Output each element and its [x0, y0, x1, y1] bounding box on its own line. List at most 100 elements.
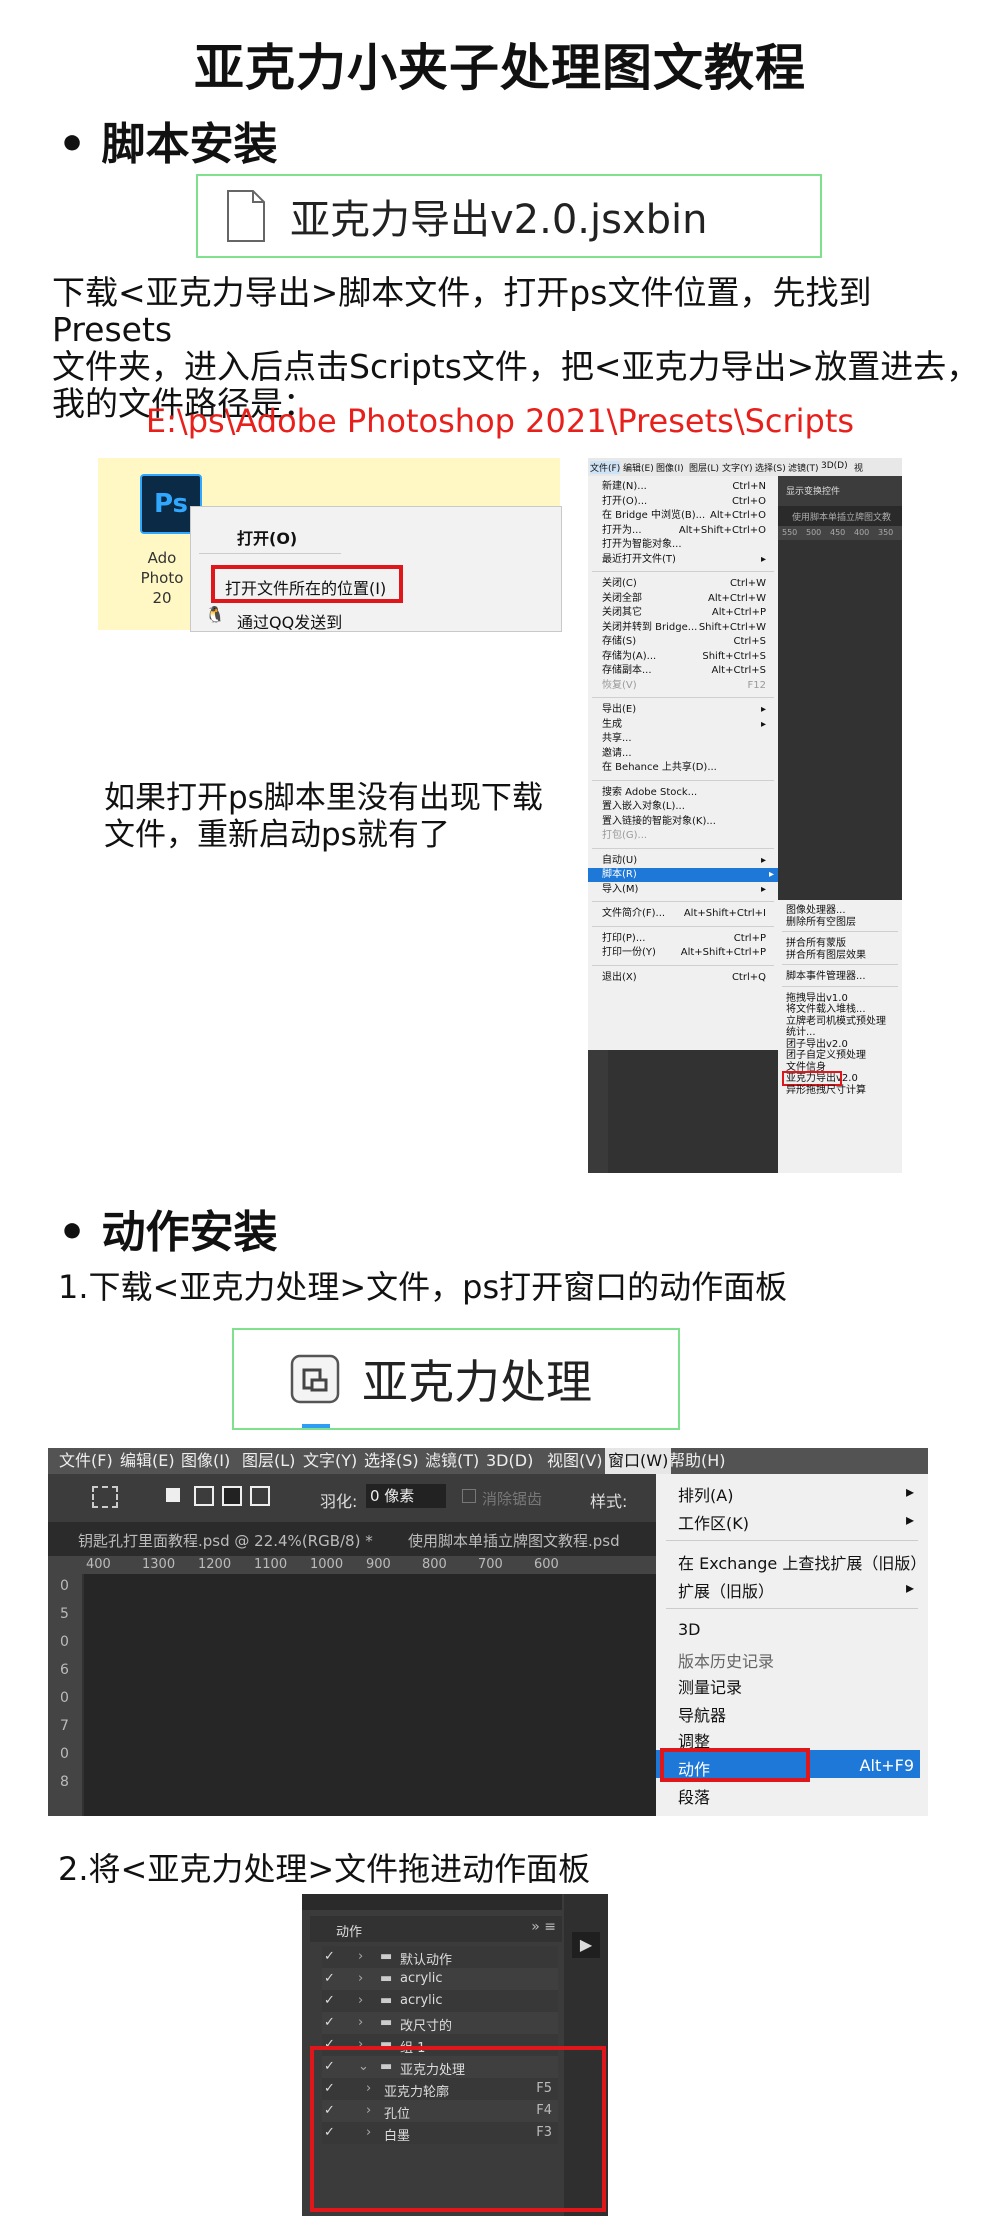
menubar-item[interactable]: 视 [854, 461, 863, 474]
menu-send-via-qq[interactable]: 通过QQ发送到 [237, 609, 342, 633]
menubar-item[interactable]: 图层(L) [689, 461, 719, 474]
menu-item[interactable]: 导出(E) ▸ [602, 703, 770, 717]
submenu-item[interactable]: 拼合所有图层效果 [786, 949, 894, 963]
menu-item[interactable]: 自动(U) ▸ [602, 854, 770, 868]
menu-item[interactable]: 关闭全部 Alt+Ctrl+W [602, 592, 770, 606]
action-file-item[interactable]: 亚克力处理 [232, 1328, 680, 1430]
ps-menubar: 文件(F) 编辑(E) 图像(I) 图层(L) 文字(Y) 选择(S) 滤镜(T) 3D(D)… [588, 458, 902, 476]
menu-item[interactable]: 版本历史记录 [678, 1648, 774, 1672]
menu-open-file-location[interactable]: 打开文件所在的位置(I) [225, 575, 386, 599]
menu-item[interactable]: 打开(O)... Ctrl+O [602, 495, 770, 509]
doc-tab-title[interactable]: 使用脚本单插立牌图文教 [792, 510, 891, 523]
check-icon[interactable]: ✓ [324, 1971, 335, 1986]
menu-item[interactable]: 置入链接的智能对象(K)... [602, 815, 770, 829]
menu-item[interactable]: 关闭(C) Ctrl+W [602, 577, 770, 591]
menubar-item[interactable]: 编辑(E) [117, 1448, 178, 1474]
check-icon[interactable]: ✓ [324, 2015, 335, 2030]
menubar-item[interactable]: 图像(I) [656, 461, 684, 474]
submenu-item[interactable]: 异形拖拽尺寸计算 [786, 1084, 894, 1098]
menu-item[interactable]: 导航器 [678, 1702, 726, 1726]
canvas-area[interactable] [84, 1574, 684, 1816]
menu-item[interactable]: 扩展（旧版） [678, 1578, 774, 1602]
menu-item[interactable]: 排列(A) [678, 1482, 733, 1506]
menubar-item[interactable]: 图像(I) [178, 1448, 233, 1474]
menu-item[interactable]: 文件简介(F)... Alt+Shift+Ctrl+I [602, 907, 770, 921]
doc-tab-1[interactable]: 钥匙孔打里面教程.psd @ 22.4%(RGB/8) * [78, 1530, 373, 1551]
menu-item[interactable]: 导入(M) ▸ [602, 883, 770, 897]
menu-item[interactable]: 脚本(R) ▸ [588, 868, 778, 882]
menu-item[interactable]: 最近打开文件(T) ▸ [602, 553, 770, 567]
menu-item[interactable]: 关闭其它 Alt+Ctrl+P [602, 606, 770, 620]
new-selection-icon[interactable] [166, 1488, 180, 1502]
menu-item-label: 导入(M) [602, 883, 639, 895]
doc-tab-2[interactable]: 使用脚本单插立牌图文教程.psd [408, 1530, 620, 1551]
menu-item[interactable]: 打包(G)... [602, 829, 770, 843]
menubar-item[interactable]: 窗口(W) [605, 1448, 672, 1474]
menu-item[interactable]: 生成 ▸ [602, 718, 770, 732]
play-icon[interactable]: ▶ [572, 1932, 600, 1958]
menu-item[interactable]: 在 Exchange 上查找扩展（旧版）... [678, 1550, 928, 1574]
action-row[interactable]: ✓ › ▬ 改尺寸的 [322, 2012, 558, 2034]
menubar-item[interactable]: 选择(S) [755, 461, 786, 474]
expand-icon[interactable]: › [358, 1993, 363, 2008]
submenu-item[interactable]: 删除所有空图层 [786, 916, 894, 930]
menu-item[interactable]: 邀请... [602, 747, 770, 761]
menu-item-label: 退出(X) [602, 971, 637, 983]
menu-item[interactable]: 置入嵌入对象(L)... [602, 800, 770, 814]
menubar-item[interactable]: 文字(Y) [300, 1448, 360, 1474]
menubar-item[interactable]: 3D(D) [821, 461, 848, 471]
menu-item[interactable]: 3D [678, 1620, 701, 1639]
menu-item[interactable]: 测量记录 [678, 1674, 742, 1698]
feather-input[interactable]: 0 像素 [366, 1484, 446, 1508]
menubar-item[interactable]: 滤镜(T) [788, 461, 819, 474]
action-row[interactable]: ✓ › ▬ acrylic [322, 1990, 558, 2012]
menu-item[interactable]: 在 Bridge 中浏览(B)... Alt+Ctrl+O [602, 509, 770, 523]
actions-panel-tab[interactable]: 动作 » ≡ [310, 1916, 562, 1942]
menubar-item[interactable]: 文件(F) [590, 461, 621, 474]
menubar-item[interactable]: 视图(V) [544, 1448, 605, 1474]
menubar-item[interactable]: 文件(F) [56, 1448, 116, 1474]
menu-item[interactable]: 关闭并转到 Bridge... Shift+Ctrl+W [602, 621, 770, 635]
menu-item[interactable]: 打印(P)... Ctrl+P [602, 932, 770, 946]
expand-icon[interactable]: › [358, 2015, 363, 2030]
menu-item[interactable]: 共享... [602, 732, 770, 746]
subtract-selection-icon[interactable] [222, 1486, 242, 1506]
menu-item[interactable]: 恢复(V) F12 [602, 679, 770, 693]
expand-icon[interactable]: › [358, 1971, 363, 1986]
menu-item-label: 搜索 Adobe Stock... [602, 786, 698, 798]
menu-item[interactable]: 存储副本... Alt+Ctrl+S [602, 664, 770, 678]
menu-item[interactable]: 打开为智能对象... [602, 538, 770, 552]
panel-menu-icon[interactable]: » ≡ [531, 1919, 556, 1935]
menu-item-shortcut: ▸ [760, 883, 766, 895]
action-row[interactable]: ✓ › ▬ acrylic [322, 1968, 558, 1990]
menu-item[interactable]: 段落 [678, 1784, 710, 1808]
submenu-item[interactable]: 脚本事件管理器... [786, 970, 894, 984]
menu-item[interactable]: 搜索 Adobe Stock... [602, 786, 770, 800]
menu-item[interactable]: 退出(X) Ctrl+Q [602, 971, 770, 985]
menubar-item[interactable]: 帮助(H) [666, 1448, 729, 1474]
check-icon[interactable]: ✓ [324, 1949, 335, 1964]
menu-item[interactable]: 工作区(K) [678, 1510, 749, 1534]
menu-item[interactable]: 存储为(A)... Shift+Ctrl+S [602, 650, 770, 664]
menubar-item[interactable]: 滤镜(T) [422, 1448, 482, 1474]
marquee-tool-icon[interactable] [92, 1486, 118, 1508]
action-name: 改尺寸的 [400, 2019, 453, 2034]
intersect-selection-icon[interactable] [250, 1486, 270, 1506]
script-file-item[interactable]: 亚克力导出v2.0.jsxbin [196, 174, 822, 258]
menu-item[interactable]: 打开为... Alt+Shift+Ctrl+O [602, 524, 770, 538]
menu-item[interactable]: 新建(N)... Ctrl+N [602, 480, 770, 494]
check-icon[interactable]: ✓ [324, 1993, 335, 2008]
action-row[interactable]: ✓ › ▬ 默认动作 [322, 1946, 558, 1968]
menubar-item[interactable]: 文字(Y) [722, 461, 753, 474]
menubar-item[interactable]: 选择(S) [361, 1448, 422, 1474]
menu-open[interactable]: 打开(O) [237, 525, 297, 549]
menu-item[interactable]: 打印一份(Y) Alt+Shift+Ctrl+P [602, 946, 770, 960]
menu-item[interactable]: 在 Behance 上共享(D)... [602, 761, 770, 775]
menubar-item[interactable]: 编辑(E) [623, 461, 654, 474]
add-selection-icon[interactable] [194, 1486, 214, 1506]
menubar-item[interactable]: 3D(D) [483, 1448, 536, 1474]
antialias-checkbox[interactable] [462, 1489, 476, 1503]
expand-icon[interactable]: › [358, 1949, 363, 1964]
menubar-item[interactable]: 图层(L) [239, 1448, 298, 1474]
menu-item[interactable]: 存储(S) Ctrl+S [602, 635, 770, 649]
